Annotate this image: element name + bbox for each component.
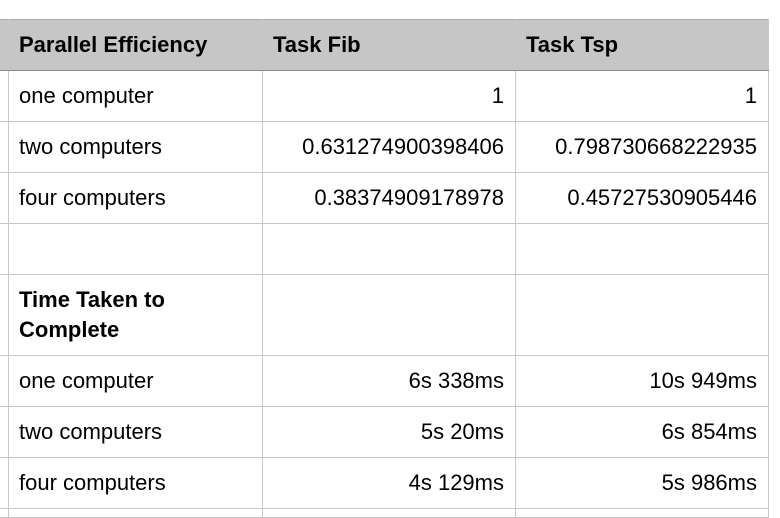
- row-gutter[interactable]: [0, 355, 9, 407]
- spreadsheet: Parallel Efficiency Task Fib Task Tsp on…: [0, 0, 780, 518]
- fib-time-cell[interactable]: 6s 338ms: [262, 355, 516, 407]
- fib-time-cell[interactable]: 5s 20ms: [262, 406, 516, 458]
- table-row: one computer 1 1: [0, 70, 769, 122]
- empty-cell[interactable]: [515, 508, 769, 518]
- fib-value-cell[interactable]: 0.38374909178978: [262, 172, 516, 224]
- empty-cell[interactable]: [515, 223, 769, 275]
- header-cell-task-fib[interactable]: Task Fib: [262, 19, 516, 71]
- tsp-value-cell[interactable]: 0.798730668222935: [515, 121, 769, 173]
- empty-row: [0, 223, 769, 275]
- row-gutter[interactable]: [0, 406, 9, 458]
- tsp-time-cell[interactable]: 10s 949ms: [515, 355, 769, 407]
- table-row: four computers 0.38374909178978 0.457275…: [0, 172, 769, 224]
- row-label-cell[interactable]: four computers: [8, 172, 263, 224]
- partial-row: [0, 508, 769, 518]
- row-label-cell[interactable]: four computers: [8, 457, 263, 509]
- row-gutter[interactable]: [0, 70, 9, 122]
- row-label-cell[interactable]: two computers: [8, 121, 263, 173]
- row-label-cell[interactable]: two computers: [8, 406, 263, 458]
- empty-cell[interactable]: [262, 274, 516, 356]
- header-row: Parallel Efficiency Task Fib Task Tsp: [0, 19, 769, 71]
- table-row: four computers 4s 129ms 5s 986ms: [0, 457, 769, 509]
- tsp-value-cell[interactable]: 1: [515, 70, 769, 122]
- fib-time-cell[interactable]: 4s 129ms: [262, 457, 516, 509]
- section-title-time-taken[interactable]: Time Taken to Complete: [8, 274, 263, 356]
- row-label-cell[interactable]: one computer: [8, 355, 263, 407]
- header-cell-parallel-efficiency[interactable]: Parallel Efficiency: [8, 19, 263, 71]
- empty-cell[interactable]: [262, 223, 516, 275]
- row-gutter[interactable]: [0, 121, 9, 173]
- table-row: two computers 0.631274900398406 0.798730…: [0, 121, 769, 173]
- tsp-time-cell[interactable]: 6s 854ms: [515, 406, 769, 458]
- row-gutter[interactable]: [0, 223, 9, 275]
- fib-value-cell[interactable]: 1: [262, 70, 516, 122]
- row-gutter[interactable]: [0, 172, 9, 224]
- row-gutter[interactable]: [0, 19, 9, 71]
- table-row: two computers 5s 20ms 6s 854ms: [0, 406, 769, 458]
- row-gutter[interactable]: [0, 457, 9, 509]
- empty-cell[interactable]: [8, 508, 263, 518]
- tsp-value-cell[interactable]: 0.45727530905446: [515, 172, 769, 224]
- table-row: one computer 6s 338ms 10s 949ms: [0, 355, 769, 407]
- empty-cell[interactable]: [515, 274, 769, 356]
- row-gutter[interactable]: [0, 274, 9, 356]
- row-label-cell[interactable]: one computer: [8, 70, 263, 122]
- section-title-row: Time Taken to Complete: [0, 274, 769, 356]
- header-cell-task-tsp[interactable]: Task Tsp: [515, 19, 769, 71]
- empty-cell[interactable]: [8, 223, 263, 275]
- row-gutter[interactable]: [0, 508, 9, 518]
- fib-value-cell[interactable]: 0.631274900398406: [262, 121, 516, 173]
- data-table: Parallel Efficiency Task Fib Task Tsp on…: [0, 19, 769, 518]
- tsp-time-cell[interactable]: 5s 986ms: [515, 457, 769, 509]
- empty-cell[interactable]: [262, 508, 516, 518]
